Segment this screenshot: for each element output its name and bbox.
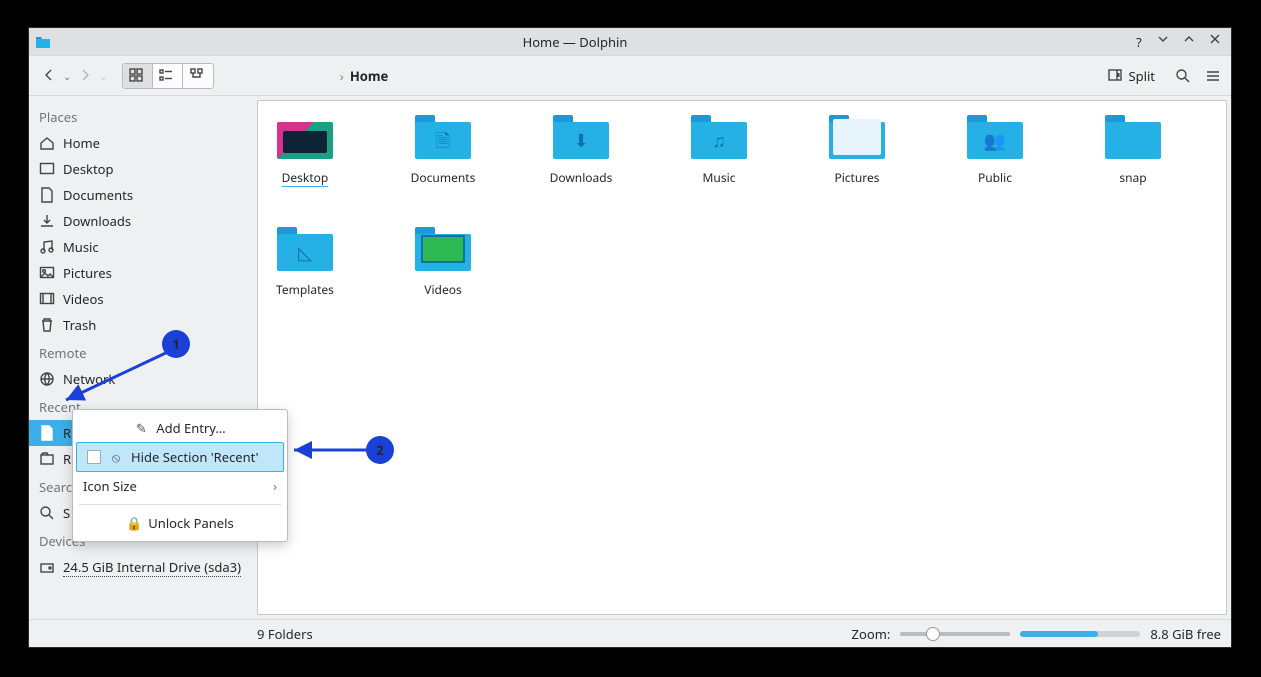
sidebar-item-desktop[interactable]: Desktop: [29, 156, 253, 182]
folder-videos[interactable]: Videos: [410, 227, 476, 298]
search-button[interactable]: [1175, 68, 1191, 84]
status-item-count: 9 Folders: [257, 625, 313, 643]
folder-documents[interactable]: 🗎Documents: [410, 115, 476, 187]
sidebar-item-documents[interactable]: Documents: [29, 182, 253, 208]
toolbar: ⌄ ⌄ › Home Split: [29, 56, 1231, 96]
minimize-button[interactable]: [1157, 33, 1173, 51]
zoom-label: Zoom:: [852, 625, 891, 643]
titlebar: Home — Dolphin ?: [29, 28, 1231, 56]
folder-desktop[interactable]: Desktop: [272, 115, 338, 187]
maximize-button[interactable]: [1183, 33, 1199, 51]
help-button[interactable]: ?: [1131, 33, 1147, 51]
menu-hide-section[interactable]: ⦸ Hide Section 'Recent': [76, 442, 284, 472]
sidebar-item-downloads[interactable]: Downloads: [29, 208, 253, 234]
back-history-dropdown[interactable]: ⌄: [63, 69, 71, 83]
annotation-badge-1: 1: [162, 330, 190, 358]
context-menu: ✎ Add Entry… ⦸ Hide Section 'Recent' Ico…: [72, 409, 288, 542]
annotation-badge-2: 2: [366, 436, 394, 464]
sidebar-item-drive[interactable]: 24.5 GiB Internal Drive (sda3): [29, 554, 253, 581]
details-view-button[interactable]: [183, 64, 213, 88]
menu-button[interactable]: [1205, 68, 1221, 84]
free-space: 8.8 GiB free: [1150, 625, 1221, 643]
window-title: Home — Dolphin: [19, 33, 1131, 51]
compact-view-button[interactable]: [153, 64, 183, 88]
sidebar-item-music[interactable]: Music: [29, 234, 253, 260]
sidebar-item-trash[interactable]: Trash: [29, 312, 253, 338]
chevron-right-icon: ›: [340, 67, 344, 85]
icons-view-button[interactable]: [123, 64, 153, 88]
breadcrumb[interactable]: › Home: [340, 67, 389, 85]
folder-pictures[interactable]: Pictures: [824, 115, 890, 187]
folder-view[interactable]: Desktop 🗎Documents ⬇Downloads ♫Music Picture…: [257, 100, 1227, 615]
folder-public[interactable]: 👥Public: [962, 115, 1028, 187]
dolphin-window: Home — Dolphin ? ⌄ ⌄ › Home Split: [28, 27, 1232, 648]
folder-music[interactable]: ♫Music: [686, 115, 752, 187]
sidebar-item-pictures[interactable]: Pictures: [29, 260, 253, 286]
section-header-places: Places: [29, 102, 253, 130]
forward-button[interactable]: [75, 65, 97, 87]
split-button[interactable]: Split: [1102, 64, 1161, 88]
forward-history-dropdown[interactable]: ⌄: [99, 69, 107, 83]
back-button[interactable]: [39, 65, 61, 87]
hide-icon: ⦸: [109, 448, 123, 466]
menu-add-entry[interactable]: ✎ Add Entry…: [73, 414, 287, 442]
folder-snap[interactable]: snap: [1100, 115, 1166, 187]
lock-icon: 🔒: [126, 514, 140, 532]
folder-downloads[interactable]: ⬇Downloads: [548, 115, 614, 187]
sidebar-item-videos[interactable]: Videos: [29, 286, 253, 312]
add-entry-icon: ✎: [134, 419, 148, 437]
menu-unlock-panels[interactable]: 🔒 Unlock Panels: [73, 509, 287, 537]
disk-usage-bar: [1020, 631, 1140, 637]
close-button[interactable]: [1209, 33, 1225, 51]
zoom-slider[interactable]: [900, 632, 1010, 636]
menu-icon-size[interactable]: Icon Size ›: [73, 472, 287, 500]
folder-templates[interactable]: ◺Templates: [272, 227, 338, 298]
sidebar-item-home[interactable]: Home: [29, 130, 253, 156]
chevron-right-icon: ›: [273, 477, 277, 495]
view-mode-segment: [122, 63, 214, 89]
breadcrumb-current[interactable]: Home: [350, 67, 389, 85]
checkbox-icon: [87, 450, 101, 464]
menu-separator: [79, 504, 281, 505]
statusbar: 9 Folders Zoom: 8.8 GiB free: [29, 619, 1231, 647]
